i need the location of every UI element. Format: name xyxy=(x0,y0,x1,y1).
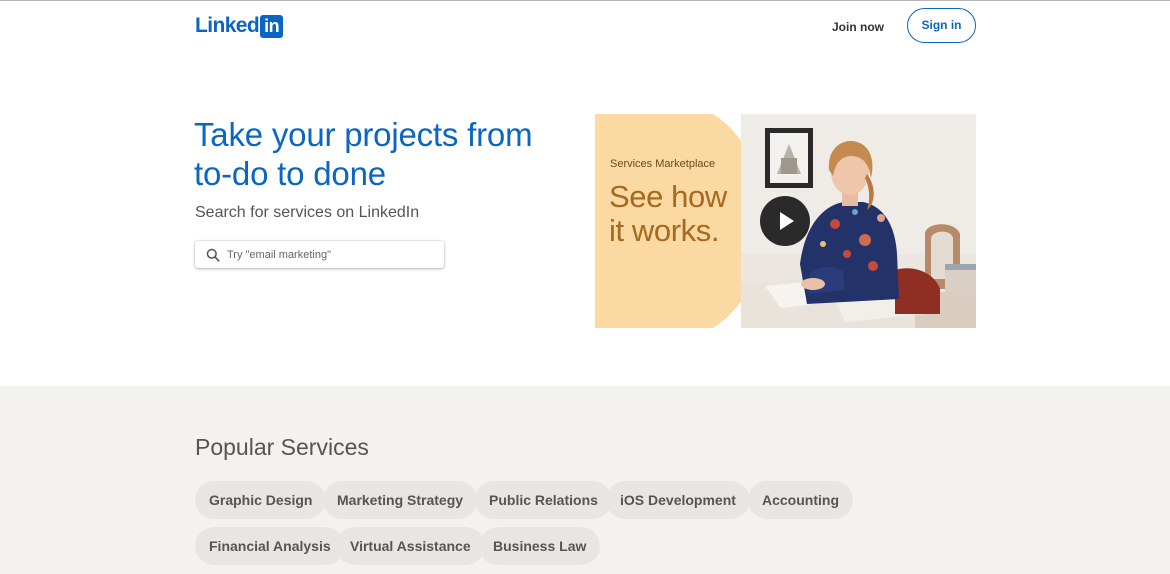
linkedin-logo[interactable]: Linked in xyxy=(195,14,284,38)
service-search-box[interactable] xyxy=(195,241,444,268)
play-button[interactable] xyxy=(760,196,810,246)
logo-wordmark: Linked xyxy=(195,14,260,37)
service-pill[interactable]: Accounting xyxy=(748,481,853,519)
sign-in-button[interactable]: Sign in xyxy=(907,8,976,43)
logo-in-box: in xyxy=(260,14,284,38)
service-pill[interactable]: Business Law xyxy=(479,527,601,565)
popular-services-section: Popular Services Graphic Design Marketin… xyxy=(0,386,1170,574)
service-pill[interactable]: Virtual Assistance xyxy=(336,527,485,565)
play-icon xyxy=(780,212,794,230)
hero-title: Take your projects from to-do to done xyxy=(194,115,574,193)
service-pill[interactable]: Graphic Design xyxy=(195,481,327,519)
hero-subtitle: Search for services on LinkedIn xyxy=(195,204,420,221)
video-headline: See how it works. xyxy=(609,180,727,248)
popular-services-title: Popular Services xyxy=(195,434,369,460)
video-headline-line2: it works. xyxy=(609,213,720,248)
service-pill[interactable]: Public Relations xyxy=(475,481,612,519)
hero-title-line2: to-do to done xyxy=(194,155,386,192)
video-card[interactable]: Services Marketplace See how it works. xyxy=(595,114,976,328)
search-icon xyxy=(206,248,220,262)
top-header: Linked in Join now Sign in xyxy=(0,1,1170,53)
join-now-link[interactable]: Join now xyxy=(832,18,884,36)
page: Linked in Join now Sign in Take your pro… xyxy=(0,0,1170,574)
video-headline-line1: See how xyxy=(609,179,727,214)
hero-title-line1: Take your projects from xyxy=(194,116,533,153)
service-pill[interactable]: Financial Analysis xyxy=(195,527,345,565)
search-input[interactable] xyxy=(227,241,437,268)
service-pill[interactable]: iOS Development xyxy=(606,481,750,519)
service-pill[interactable]: Marketing Strategy xyxy=(323,481,478,519)
video-kicker: Services Marketplace xyxy=(610,158,716,170)
